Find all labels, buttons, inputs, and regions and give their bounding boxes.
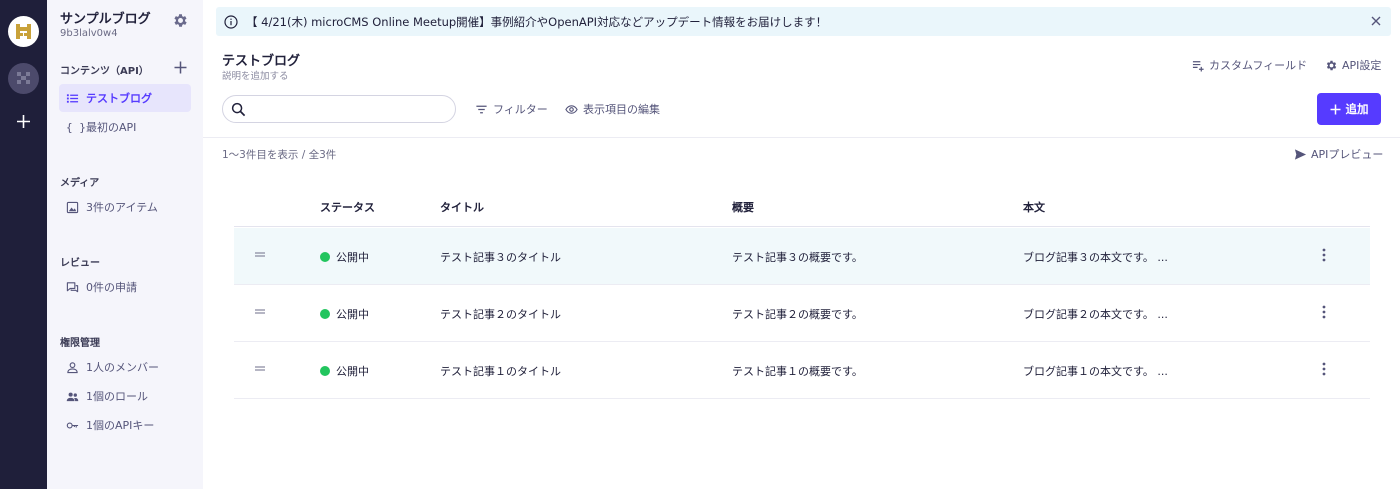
cell-title: テスト記事１のタイトル (440, 365, 561, 378)
add-service-icon[interactable] (14, 112, 33, 131)
main-content: 【 4/21(木) microCMS Online Meetup開催】事例紹介や… (203, 0, 1400, 489)
search-input[interactable] (253, 100, 449, 118)
cell-title: テスト記事２のタイトル (440, 308, 561, 321)
search-box (222, 95, 456, 123)
status-text: 公開中 (336, 308, 369, 321)
sidebar-item-roles[interactable]: 1個のロール (59, 382, 191, 410)
more-options-icon[interactable] (1317, 247, 1331, 263)
group-icon (66, 392, 79, 401)
chat-icon (66, 281, 79, 292)
person-icon (67, 361, 78, 373)
sidebar: サンプルブログ 9b3lalv0w4 コンテンツ（API） テストブログ { }… (47, 0, 203, 489)
status-badge: 公開中 (320, 249, 369, 265)
status-dot (320, 309, 330, 319)
add-description-link[interactable]: 説明を追加する (222, 68, 289, 82)
permission-section-heading: 権限管理 (60, 338, 100, 349)
add-content-button[interactable]: 追加 (1317, 93, 1381, 125)
sidebar-item-test-blog[interactable]: テストブログ (59, 84, 191, 112)
add-api-icon[interactable] (173, 60, 188, 75)
service-logo-icon (16, 24, 31, 39)
drag-handle-icon[interactable] (254, 250, 266, 260)
key-icon (66, 422, 79, 428)
column-header-summary[interactable]: 概要 (732, 199, 754, 215)
cell-summary: テスト記事１の概要です。 (732, 365, 863, 378)
column-header-status[interactable]: ステータス (320, 199, 375, 215)
column-header-title[interactable]: タイトル (440, 199, 484, 215)
sidebar-item-label: 1個のロール (86, 390, 148, 403)
sidebar-item-first-api[interactable]: { } 最初のAPI (59, 113, 191, 141)
cell-summary: テスト記事３の概要です。 (732, 251, 863, 264)
filter-icon (476, 105, 487, 113)
content-section-heading: コンテンツ（API） (60, 66, 149, 77)
custom-field-label: カスタムフィールド (1209, 59, 1308, 72)
cell-summary: テスト記事２の概要です。 (732, 308, 863, 321)
braces-icon: { } (66, 120, 86, 134)
table-row[interactable]: 公開中 テスト記事１のタイトル テスト記事１の概要です。 ブログ記事１の本文です… (234, 342, 1370, 399)
status-text: 公開中 (336, 365, 369, 378)
result-count: 1〜3件目を表示 / 全3件 (222, 149, 337, 161)
edit-columns-button[interactable]: 表示項目の編集 (565, 101, 660, 117)
eye-icon (565, 104, 578, 114)
more-options-icon[interactable] (1317, 361, 1331, 377)
sidebar-item-label: テストブログ (86, 92, 152, 105)
sidebar-item-media[interactable]: 3件のアイテム (59, 193, 191, 221)
api-preview-label: APIプレビュー (1311, 148, 1384, 161)
sidebar-item-review[interactable]: 0件の申請 (59, 273, 191, 301)
sidebar-item-api-keys[interactable]: 1個のAPIキー (59, 411, 191, 439)
playlist-add-icon (1192, 60, 1204, 72)
media-section-heading: メディア (60, 178, 100, 189)
sidebar-item-label: 最初のAPI (86, 121, 137, 134)
table-row[interactable]: 公開中 テスト記事３のタイトル テスト記事３の概要です。 ブログ記事３の本文です… (234, 228, 1370, 285)
service-avatar-other[interactable] (8, 63, 39, 94)
table-header: ステータス タイトル 概要 本文 (234, 185, 1370, 227)
drag-handle-icon[interactable] (254, 364, 266, 374)
service-settings-gear-icon[interactable] (172, 12, 189, 29)
service-id: 9b3lalv0w4 (60, 28, 118, 39)
cell-title: テスト記事３のタイトル (440, 251, 561, 264)
api-preview-button[interactable]: APIプレビュー (1294, 146, 1383, 162)
service-rail (0, 0, 47, 489)
image-icon (66, 201, 79, 213)
cell-body: ブログ記事３の本文です。 ... (1023, 251, 1168, 264)
send-icon (1294, 148, 1307, 160)
plus-icon (1330, 104, 1340, 114)
edit-columns-label: 表示項目の編集 (583, 103, 660, 116)
info-icon (224, 14, 238, 29)
page-title: テストブログ (222, 54, 301, 69)
service-logo-icon (17, 72, 30, 84)
status-dot (320, 252, 330, 262)
column-header-body[interactable]: 本文 (1023, 199, 1045, 215)
custom-field-link[interactable]: カスタムフィールド (1192, 57, 1307, 73)
status-dot (320, 366, 330, 376)
status-badge: 公開中 (320, 363, 369, 379)
more-options-icon[interactable] (1317, 304, 1331, 320)
filter-button[interactable]: フィルター (475, 101, 548, 117)
cell-body: ブログ記事２の本文です。 ... (1023, 308, 1168, 321)
search-icon (231, 102, 246, 117)
sidebar-item-label: 1個のAPIキー (86, 419, 155, 432)
sidebar-item-label: 1人のメンバー (86, 361, 159, 374)
close-banner-icon[interactable] (1369, 14, 1383, 28)
cell-body: ブログ記事１の本文です。 ... (1023, 365, 1168, 378)
service-name: サンプルブログ (60, 12, 151, 27)
drag-handle-icon[interactable] (254, 307, 266, 317)
status-badge: 公開中 (320, 306, 369, 322)
sidebar-item-label: 0件の申請 (86, 281, 137, 294)
banner-text: 【 4/21(木) microCMS Online Meetup開催】事例紹介や… (246, 14, 828, 29)
sidebar-item-label: 3件のアイテム (86, 201, 158, 214)
api-settings-label: API設定 (1342, 59, 1382, 72)
review-section-heading: レビュー (60, 258, 100, 269)
api-settings-link[interactable]: API設定 (1325, 57, 1381, 73)
announcement-banner: 【 4/21(木) microCMS Online Meetup開催】事例紹介や… (216, 7, 1391, 36)
sidebar-item-members[interactable]: 1人のメンバー (59, 353, 191, 381)
divider (203, 137, 1400, 138)
add-button-label: 追加 (1345, 102, 1369, 116)
service-avatar-current[interactable] (8, 16, 39, 47)
filter-label: フィルター (493, 103, 548, 116)
table-row[interactable]: 公開中 テスト記事２のタイトル テスト記事２の概要です。 ブログ記事２の本文です… (234, 285, 1370, 342)
gear-icon (1326, 60, 1337, 70)
list-icon (66, 93, 79, 103)
status-text: 公開中 (336, 251, 369, 264)
